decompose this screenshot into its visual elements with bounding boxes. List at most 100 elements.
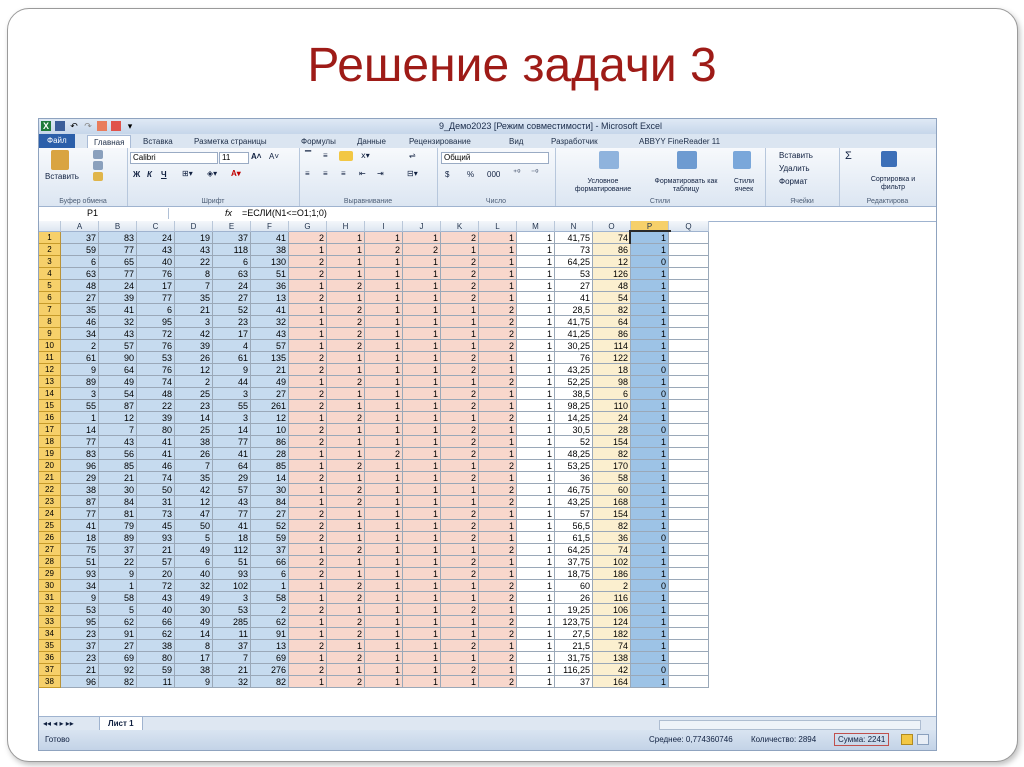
table-cell[interactable]: 61 [213,352,251,364]
table-cell[interactable]: 12 [175,496,213,508]
quick-format-icon[interactable] [111,121,121,131]
table-cell[interactable] [669,652,709,664]
table-cell[interactable]: 82 [593,304,631,316]
table-cell[interactable]: 3 [175,316,213,328]
table-cell[interactable]: 124 [593,616,631,628]
table-cell[interactable]: 6 [137,304,175,316]
table-cell[interactable] [669,568,709,580]
table-cell[interactable]: 38 [175,664,213,676]
fill-color-icon[interactable]: ◈▾ [207,169,217,178]
table-cell[interactable]: 72 [137,328,175,340]
table-cell[interactable]: 1 [403,556,441,568]
column-header[interactable]: P [631,221,669,232]
column-header[interactable]: L [479,221,517,232]
table-cell[interactable]: 126 [593,268,631,280]
table-cell[interactable]: 1 [517,436,555,448]
table-cell[interactable]: 52 [251,520,289,532]
table-cell[interactable]: 77 [99,268,137,280]
column-header[interactable]: K [441,221,479,232]
table-cell[interactable]: 1 [441,244,479,256]
align-bottom-icon[interactable] [339,151,353,161]
table-cell[interactable]: 2 [175,376,213,388]
table-cell[interactable]: 14 [175,412,213,424]
table-cell[interactable]: 1 [289,244,327,256]
table-cell[interactable]: 86 [593,244,631,256]
tab-file[interactable]: Файл [39,134,75,148]
table-cell[interactable]: 1 [441,328,479,340]
table-cell[interactable]: 2 [479,340,517,352]
table-cell[interactable]: 38 [175,436,213,448]
table-cell[interactable]: 1 [479,364,517,376]
table-cell[interactable]: 1 [365,352,403,364]
table-cell[interactable]: 2 [441,352,479,364]
table-cell[interactable]: 1 [517,520,555,532]
table-cell[interactable]: 2 [289,640,327,652]
align-left-icon[interactable]: ≡ [305,169,310,178]
table-cell[interactable]: 34 [61,580,99,592]
table-cell[interactable]: 57 [251,340,289,352]
table-cell[interactable]: 90 [99,352,137,364]
table-cell[interactable]: 1 [517,616,555,628]
table-cell[interactable]: 54 [593,292,631,304]
table-cell[interactable]: 2 [441,268,479,280]
grow-font-icon[interactable]: A˄ [251,152,261,161]
table-cell[interactable]: 1 [289,592,327,604]
table-cell[interactable]: 25 [175,424,213,436]
row-header[interactable]: 15 [39,400,61,412]
table-cell[interactable]: 1 [517,328,555,340]
table-cell[interactable]: 53 [61,604,99,616]
cut-icon[interactable] [93,150,103,159]
table-cell[interactable]: 1 [289,496,327,508]
table-cell[interactable]: 26 [555,592,593,604]
table-cell[interactable]: 1 [327,520,365,532]
table-cell[interactable]: 1 [289,340,327,352]
table-cell[interactable]: 2 [327,592,365,604]
table-cell[interactable]: 2 [365,244,403,256]
table-cell[interactable]: 1 [517,424,555,436]
table-cell[interactable]: 2 [441,520,479,532]
table-cell[interactable]: 28 [251,448,289,460]
table-cell[interactable]: 2 [479,484,517,496]
conditional-formatting-icon[interactable] [599,151,619,169]
table-cell[interactable]: 2 [327,676,365,688]
table-cell[interactable]: 64 [99,364,137,376]
cell-styles-button[interactable]: Стили ячеек [727,178,761,194]
table-cell[interactable]: 1 [365,640,403,652]
table-cell[interactable]: 42 [175,328,213,340]
thousands-button[interactable]: 000 [487,170,500,179]
table-cell[interactable]: 24 [99,280,137,292]
table-cell[interactable]: 114 [593,340,631,352]
table-cell[interactable] [669,232,709,244]
table-cell[interactable]: 1 [631,280,669,292]
table-cell[interactable]: 1 [403,496,441,508]
table-cell[interactable]: 52 [213,304,251,316]
table-cell[interactable]: 37 [61,640,99,652]
table-cell[interactable]: 23 [61,628,99,640]
table-cell[interactable]: 96 [61,460,99,472]
table-cell[interactable]: 1 [403,376,441,388]
table-cell[interactable]: 1 [517,400,555,412]
table-cell[interactable]: 91 [99,628,137,640]
table-cell[interactable]: 48 [593,280,631,292]
table-cell[interactable]: 49 [175,544,213,556]
table-cell[interactable]: 1 [403,472,441,484]
table-cell[interactable]: 1 [365,436,403,448]
table-cell[interactable]: 2 [441,400,479,412]
table-cell[interactable]: 41 [137,436,175,448]
table-cell[interactable]: 76 [555,352,593,364]
table-cell[interactable]: 1 [517,292,555,304]
table-cell[interactable]: 41 [61,520,99,532]
table-cell[interactable]: 14 [175,628,213,640]
table-cell[interactable]: 27 [213,292,251,304]
table-cell[interactable]: 51 [251,268,289,280]
column-header[interactable]: C [137,221,175,232]
table-cell[interactable]: 11 [213,628,251,640]
table-cell[interactable]: 1 [365,460,403,472]
table-cell[interactable]: 74 [593,544,631,556]
table-cell[interactable]: 98 [593,376,631,388]
row-header[interactable]: 4 [39,268,61,280]
table-cell[interactable]: 18 [593,364,631,376]
table-cell[interactable]: 1 [365,280,403,292]
table-cell[interactable] [669,640,709,652]
table-cell[interactable]: 1 [517,244,555,256]
